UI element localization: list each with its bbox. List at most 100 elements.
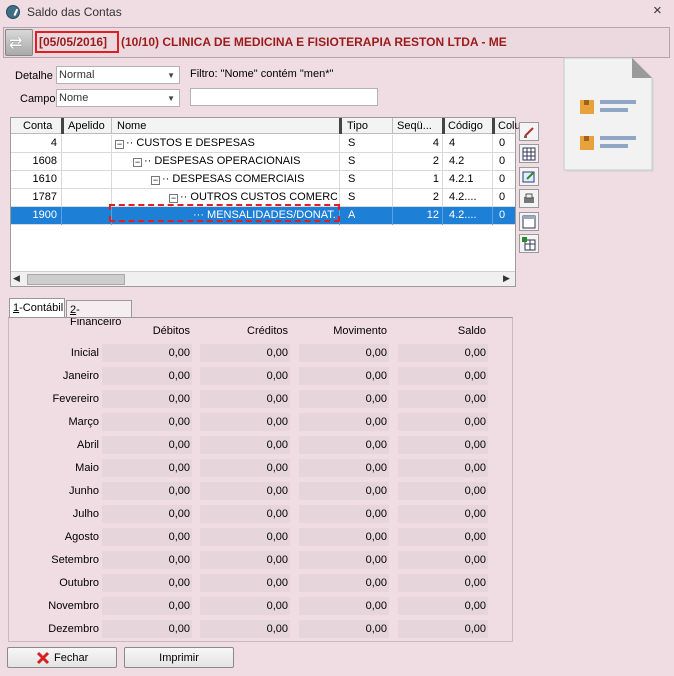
cell-tipo: S bbox=[348, 191, 356, 203]
columns-button[interactable] bbox=[519, 212, 539, 231]
campo-select[interactable]: Nome ▼ bbox=[56, 89, 180, 107]
header-movimento: Movimento bbox=[333, 325, 387, 337]
col-conta[interactable]: Conta bbox=[23, 120, 52, 132]
cell-col: 0 bbox=[499, 191, 506, 203]
balance-value: 0,00 bbox=[102, 367, 192, 385]
cell-col: 0 bbox=[499, 209, 506, 221]
columns-icon bbox=[522, 215, 536, 229]
table-row[interactable]: 4 − ·· CUSTOS E DESPESAS S 4 4 0 bbox=[11, 135, 515, 153]
scroll-left-icon[interactable]: ◀ bbox=[13, 273, 20, 284]
balance-value: 0,00 bbox=[398, 574, 488, 592]
tree-collapse-icon[interactable]: − bbox=[151, 176, 160, 185]
cell-conta: 4 bbox=[50, 137, 57, 149]
balance-value: 0,00 bbox=[102, 344, 192, 362]
balance-value: 0,00 bbox=[299, 436, 389, 454]
tree-collapse-icon[interactable]: − bbox=[169, 194, 178, 203]
col-extra[interactable]: Colu bbox=[498, 120, 521, 132]
close-red-x-icon bbox=[36, 651, 50, 665]
close-window-icon[interactable]: × bbox=[653, 2, 662, 19]
cell-codigo: 4.2.... bbox=[449, 209, 477, 221]
month-label: Janeiro bbox=[62, 370, 99, 382]
cell-tipo: A bbox=[348, 209, 356, 221]
cell-conta: 1900 bbox=[32, 209, 57, 221]
month-label: Junho bbox=[69, 485, 99, 497]
balance-value: 0,00 bbox=[200, 551, 290, 569]
swap-company-button[interactable]: ⇄ bbox=[5, 29, 33, 56]
scroll-right-icon[interactable]: ▶ bbox=[503, 273, 510, 284]
table-row[interactable]: 1610 − ·· DESPESAS COMERCIAIS S 1 4.2.1 0 bbox=[11, 171, 515, 189]
col-tipo[interactable]: Tipo bbox=[347, 120, 368, 132]
tab-contabil[interactable]: 1-Contábil bbox=[9, 298, 65, 318]
balance-value: 0,00 bbox=[299, 620, 389, 638]
balance-value: 0,00 bbox=[200, 482, 290, 500]
balance-value: 0,00 bbox=[102, 482, 192, 500]
cell-codigo: 4.2.1 bbox=[449, 173, 474, 185]
scrollbar-thumb[interactable] bbox=[27, 274, 125, 285]
header-date: [05/05/2016] bbox=[39, 35, 108, 49]
balance-value: 0,00 bbox=[200, 459, 290, 477]
balance-value: 0,00 bbox=[299, 482, 389, 500]
chevron-down-icon: ▼ bbox=[167, 94, 175, 103]
cell-nome: − ·· DESPESAS OPERACIONAIS bbox=[133, 155, 301, 167]
grid-view-button[interactable] bbox=[519, 144, 539, 163]
balance-value: 0,00 bbox=[200, 597, 290, 615]
selection-highlight bbox=[109, 204, 340, 222]
balance-value: 0,00 bbox=[398, 367, 488, 385]
balance-value: 0,00 bbox=[200, 505, 290, 523]
cell-codigo: 4.2 bbox=[449, 155, 465, 167]
app-icon bbox=[6, 5, 20, 19]
month-label: Abril bbox=[76, 439, 99, 451]
cell-col: 0 bbox=[499, 173, 506, 185]
fechar-button[interactable]: Fechar bbox=[7, 647, 117, 668]
balance-value: 0,00 bbox=[398, 344, 488, 362]
imprimir-button[interactable]: Imprimir bbox=[124, 647, 234, 668]
balance-value: 0,00 bbox=[102, 413, 192, 431]
balance-value: 0,00 bbox=[200, 413, 290, 431]
month-label: Julho bbox=[72, 508, 99, 520]
balance-value: 0,00 bbox=[102, 436, 192, 454]
campo-value: Nome bbox=[59, 92, 89, 104]
tab-financeiro[interactable]: 2-Financeiro bbox=[66, 300, 132, 328]
balance-value: 0,00 bbox=[299, 367, 389, 385]
document-report-icon bbox=[563, 57, 654, 172]
balance-value: 0,00 bbox=[398, 413, 488, 431]
edit-tool-button[interactable] bbox=[519, 122, 539, 141]
detalhe-label: Detalhe bbox=[15, 70, 53, 82]
cell-codigo: 4 bbox=[449, 137, 456, 149]
balance-value: 0,00 bbox=[200, 390, 290, 408]
balance-value: 0,00 bbox=[398, 436, 488, 454]
print-tool-button[interactable] bbox=[519, 189, 539, 208]
balance-value: 0,00 bbox=[102, 505, 192, 523]
printer-icon bbox=[524, 193, 534, 203]
cell-seq: 2 bbox=[432, 191, 439, 203]
accounts-grid[interactable]: Conta Apelido Nome Tipo Seqü... Código C… bbox=[10, 117, 521, 287]
export-button[interactable] bbox=[519, 167, 539, 186]
filter-description: Filtro: "Nome" contém "men*" bbox=[190, 68, 334, 80]
table-icon bbox=[522, 147, 536, 161]
pencil-icon bbox=[524, 127, 534, 138]
balance-value: 0,00 bbox=[398, 390, 488, 408]
campo-label: Campo bbox=[20, 93, 56, 105]
tree-collapse-icon[interactable]: − bbox=[115, 140, 124, 149]
balance-value: 0,00 bbox=[299, 390, 389, 408]
balance-value: 0,00 bbox=[299, 574, 389, 592]
swap-arrows-icon: ⇄ bbox=[9, 35, 23, 52]
col-apelido[interactable]: Apelido bbox=[68, 120, 105, 132]
balance-value: 0,00 bbox=[102, 528, 192, 546]
col-sequencia[interactable]: Seqü... bbox=[397, 120, 432, 132]
cell-tipo: S bbox=[348, 155, 356, 167]
balance-value: 0,00 bbox=[200, 528, 290, 546]
month-label: Agosto bbox=[64, 531, 99, 543]
tree-collapse-icon[interactable]: − bbox=[133, 158, 142, 167]
add-table-icon bbox=[522, 237, 536, 251]
search-input[interactable] bbox=[190, 88, 378, 106]
col-codigo[interactable]: Código bbox=[448, 120, 483, 132]
detalhe-select[interactable]: Normal ▼ bbox=[56, 66, 180, 84]
balance-value: 0,00 bbox=[299, 413, 389, 431]
balance-value: 0,00 bbox=[102, 574, 192, 592]
balance-value: 0,00 bbox=[299, 344, 389, 362]
table-row[interactable]: 1608 − ·· DESPESAS OPERACIONAIS S 2 4.2 0 bbox=[11, 153, 515, 171]
balance-value: 0,00 bbox=[398, 597, 488, 615]
add-column-button[interactable] bbox=[519, 234, 539, 253]
col-nome[interactable]: Nome bbox=[117, 120, 146, 132]
